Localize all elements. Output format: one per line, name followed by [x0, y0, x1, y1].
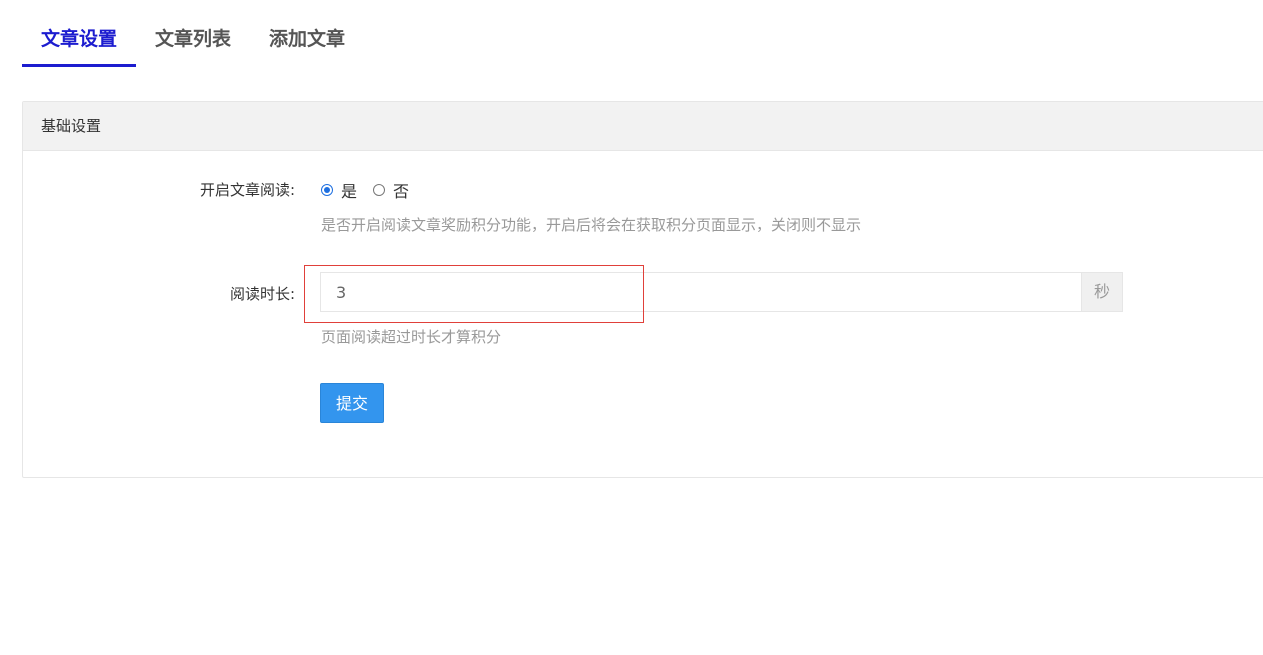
reading-duration-input-group: 秒	[320, 272, 1123, 312]
reading-toggle-label: 开启文章阅读:	[199, 181, 295, 199]
settings-panel: 基础设置 开启文章阅读: 是 否 是否开启阅读文章奖励积分功能，开启后将会在获取…	[22, 101, 1263, 478]
radio-checked-icon[interactable]	[321, 184, 333, 196]
reading-toggle-radio-group: 是 否	[321, 178, 425, 202]
radio-option-no-label: 否	[393, 182, 410, 201]
submit-button[interactable]: 提交	[320, 383, 384, 423]
reading-duration-input[interactable]	[320, 272, 1081, 312]
reading-duration-hint: 页面阅读超过时长才算积分	[321, 328, 502, 346]
tab-bar: 文章设置 文章列表 添加文章	[22, 0, 364, 67]
radio-option-yes[interactable]: 是	[321, 178, 357, 202]
panel-title: 基础设置	[23, 102, 1263, 151]
tab-article-list[interactable]: 文章列表	[136, 0, 250, 67]
radio-unchecked-icon[interactable]	[373, 184, 386, 196]
radio-option-yes-label: 是	[341, 182, 358, 201]
tab-add-article[interactable]: 添加文章	[250, 0, 364, 67]
radio-option-no[interactable]: 否	[373, 178, 409, 202]
reading-toggle-hint: 是否开启阅读文章奖励积分功能，开启后将会在获取积分页面显示，关闭则不显示	[321, 216, 862, 234]
tab-article-settings[interactable]: 文章设置	[22, 0, 137, 67]
seconds-suffix: 秒	[1081, 272, 1123, 312]
reading-duration-label: 阅读时长:	[229, 285, 295, 303]
